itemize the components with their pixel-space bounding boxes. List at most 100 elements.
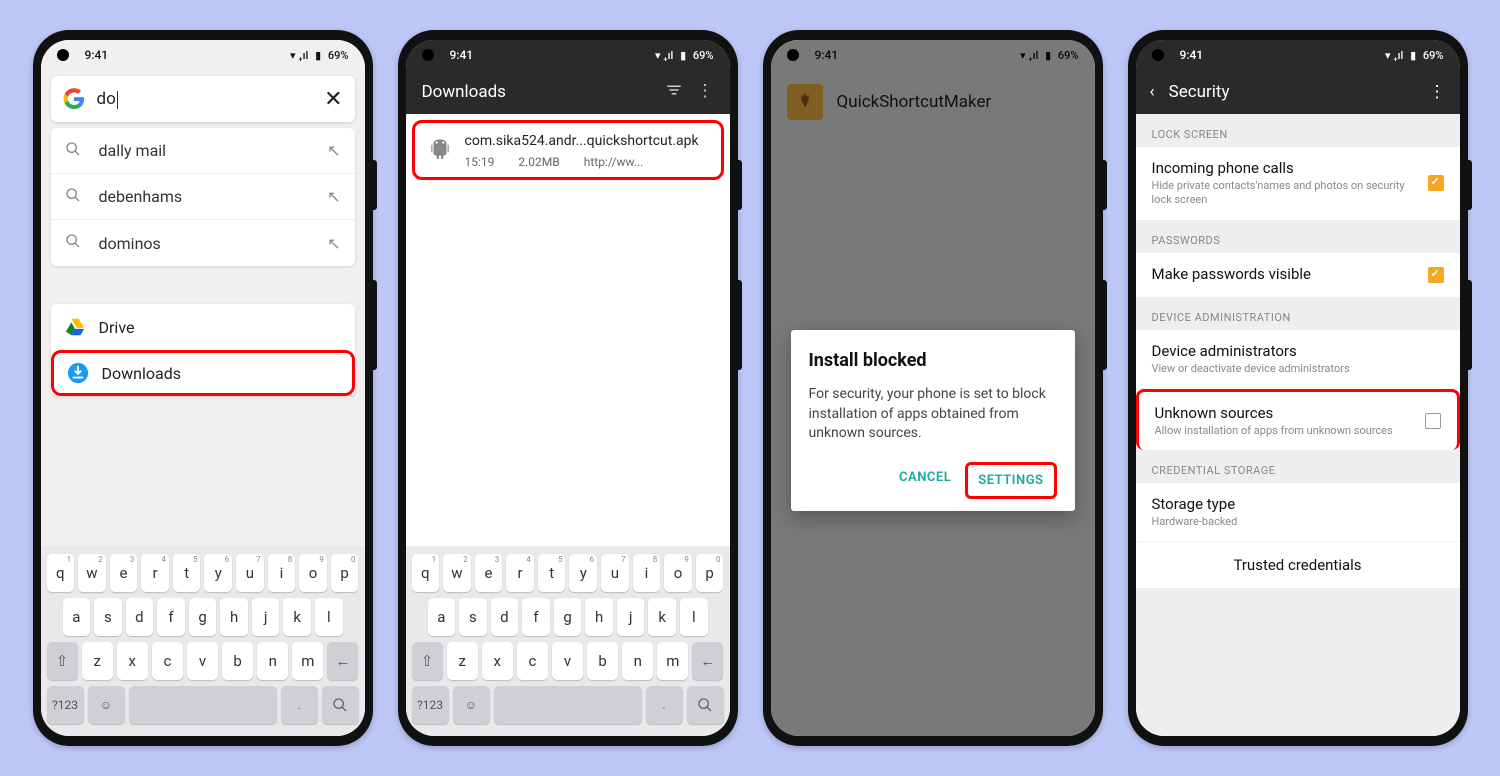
status-bar: 9:41 ▾ ₊ıl ▮ 69%: [406, 40, 730, 70]
menu-icon[interactable]: ⋮: [1429, 82, 1446, 102]
key-k[interactable]: k: [283, 598, 311, 636]
cancel-button[interactable]: CANCEL: [889, 462, 961, 499]
search-input[interactable]: do: [97, 89, 325, 109]
keyboard[interactable]: q1w2e3r4t5y6u7i8o9p0 asdfghjkl ⇧zxcvbnm←…: [41, 546, 365, 736]
key-enter[interactable]: [687, 686, 724, 724]
key-shift[interactable]: ⇧: [47, 642, 78, 680]
keyboard[interactable]: q1w2e3r4t5y6u7i8o9p0 asdfghjkl ⇧zxcvbnm←…: [406, 546, 730, 736]
app-downloads[interactable]: Downloads: [51, 350, 355, 396]
key-enter[interactable]: [322, 686, 359, 724]
search-bar[interactable]: do ✕: [51, 76, 355, 122]
key-w[interactable]: w2: [443, 554, 471, 592]
key-g[interactable]: g: [189, 598, 217, 636]
checkbox-icon[interactable]: [1428, 175, 1444, 191]
key-u[interactable]: u7: [601, 554, 629, 592]
key-z[interactable]: z: [447, 642, 478, 680]
checkbox-icon[interactable]: [1428, 267, 1444, 283]
key-backspace[interactable]: ←: [327, 642, 358, 680]
settings-button[interactable]: SETTINGS: [965, 462, 1056, 499]
insert-arrow-icon[interactable]: ↖: [327, 141, 340, 160]
download-file-item[interactable]: com.sika524.andr...quickshortcut.apk 15:…: [412, 120, 724, 180]
key-e[interactable]: e3: [110, 554, 138, 592]
key-c[interactable]: c: [517, 642, 548, 680]
key-numbers[interactable]: ?123: [412, 686, 449, 724]
key-emoji[interactable]: ☺: [453, 686, 490, 724]
suggestion-item[interactable]: dominos ↖: [51, 220, 355, 266]
group-credential-storage: CREDENTIAL STORAGE: [1136, 450, 1460, 483]
key-t[interactable]: t5: [173, 554, 201, 592]
key-d[interactable]: d: [126, 598, 154, 636]
key-c[interactable]: c: [152, 642, 183, 680]
setting-storage-type[interactable]: Storage type Hardware-backed: [1136, 483, 1460, 542]
key-t[interactable]: t5: [538, 554, 566, 592]
back-icon[interactable]: ‹: [1150, 82, 1155, 102]
phone-1-frame: 9:41 ▾ ₊ıl ▮ 69% do ✕ dally mail ↖: [33, 30, 373, 746]
setting-device-admins[interactable]: Device administrators View or deactivate…: [1136, 330, 1460, 389]
key-v[interactable]: v: [552, 642, 583, 680]
suggestion-item[interactable]: dally mail ↖: [51, 128, 355, 174]
key-r[interactable]: r4: [506, 554, 534, 592]
key-j[interactable]: j: [252, 598, 280, 636]
key-o[interactable]: o9: [664, 554, 692, 592]
key-numbers[interactable]: ?123: [47, 686, 84, 724]
key-y[interactable]: y6: [204, 554, 232, 592]
key-l[interactable]: l: [315, 598, 343, 636]
checkbox-icon[interactable]: [1425, 413, 1441, 429]
key-p[interactable]: p0: [696, 554, 724, 592]
key-i[interactable]: i8: [268, 554, 296, 592]
key-f[interactable]: f: [157, 598, 185, 636]
menu-icon[interactable]: ⋮: [697, 81, 714, 104]
key-space[interactable]: [129, 686, 277, 724]
key-v[interactable]: v: [187, 642, 218, 680]
key-f[interactable]: f: [522, 598, 550, 636]
setting-incoming-calls[interactable]: Incoming phone calls Hide private contac…: [1136, 147, 1460, 220]
app-drive[interactable]: Drive: [51, 304, 355, 350]
key-period[interactable]: .: [281, 686, 318, 724]
setting-unknown-sources[interactable]: Unknown sources Allow installation of ap…: [1136, 389, 1460, 450]
key-i[interactable]: i8: [633, 554, 661, 592]
key-q[interactable]: q1: [412, 554, 440, 592]
file-time: 15:19: [465, 155, 495, 169]
downloads-header: Downloads ⋮: [406, 70, 730, 114]
key-h[interactable]: h: [220, 598, 248, 636]
setting-passwords-visible[interactable]: Make passwords visible: [1136, 253, 1460, 297]
key-b[interactable]: b: [222, 642, 253, 680]
key-r[interactable]: r4: [141, 554, 169, 592]
key-l[interactable]: l: [680, 598, 708, 636]
clear-icon[interactable]: ✕: [324, 87, 342, 112]
setting-trusted-credentials[interactable]: Trusted credentials: [1136, 542, 1460, 588]
key-q[interactable]: q1: [47, 554, 75, 592]
sort-icon[interactable]: [665, 81, 683, 104]
key-z[interactable]: z: [82, 642, 113, 680]
key-b[interactable]: b: [587, 642, 618, 680]
key-e[interactable]: e3: [475, 554, 503, 592]
key-a[interactable]: a: [428, 598, 456, 636]
key-j[interactable]: j: [617, 598, 645, 636]
key-shift[interactable]: ⇧: [412, 642, 443, 680]
key-u[interactable]: u7: [236, 554, 264, 592]
key-w[interactable]: w2: [78, 554, 106, 592]
key-n[interactable]: n: [622, 642, 653, 680]
key-k[interactable]: k: [648, 598, 676, 636]
key-p[interactable]: p0: [331, 554, 359, 592]
key-s[interactable]: s: [94, 598, 122, 636]
key-m[interactable]: m: [292, 642, 323, 680]
key-s[interactable]: s: [459, 598, 487, 636]
suggestion-item[interactable]: debenhams ↖: [51, 174, 355, 220]
key-g[interactable]: g: [554, 598, 582, 636]
key-a[interactable]: a: [63, 598, 91, 636]
key-period[interactable]: .: [646, 686, 683, 724]
key-x[interactable]: x: [482, 642, 513, 680]
key-emoji[interactable]: ☺: [88, 686, 125, 724]
key-h[interactable]: h: [585, 598, 613, 636]
key-o[interactable]: o9: [299, 554, 327, 592]
key-d[interactable]: d: [491, 598, 519, 636]
key-x[interactable]: x: [117, 642, 148, 680]
key-backspace[interactable]: ←: [692, 642, 723, 680]
key-n[interactable]: n: [257, 642, 288, 680]
insert-arrow-icon[interactable]: ↖: [327, 187, 340, 206]
key-y[interactable]: y6: [569, 554, 597, 592]
insert-arrow-icon[interactable]: ↖: [327, 234, 340, 253]
key-m[interactable]: m: [657, 642, 688, 680]
key-space[interactable]: [494, 686, 642, 724]
